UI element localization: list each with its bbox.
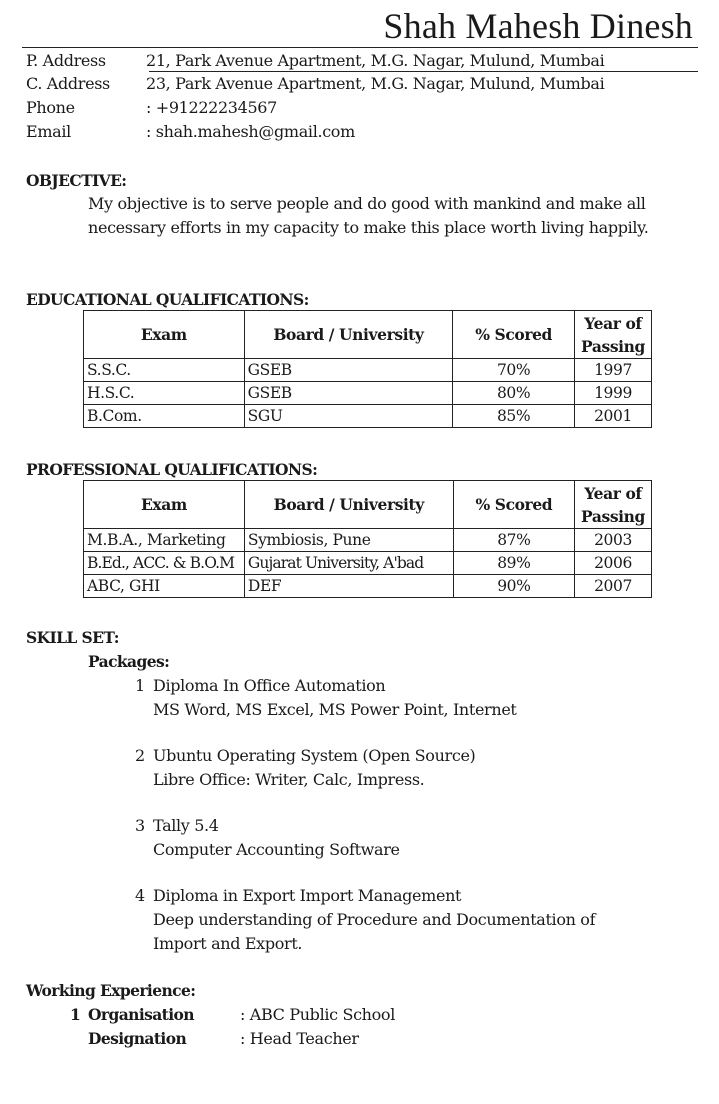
- cell-score: 87%: [452, 528, 576, 552]
- skill-item-detail: Import and Export.: [153, 934, 303, 953]
- skill-item-number: 2: [135, 746, 145, 765]
- table-header-row: Exam Board / University % Scored Year of…: [83, 480, 652, 529]
- contact-value-email: : shah.mahesh@gmail.com: [146, 122, 355, 141]
- skill-item-title: Ubuntu Operating System (Open Source): [153, 746, 476, 765]
- cell-exam: H.S.C.: [83, 381, 245, 405]
- cell-score: 80%: [452, 381, 575, 405]
- experience-heading: Working Experience:: [26, 981, 196, 1000]
- contact-value-phone: : +91222234567: [146, 98, 277, 117]
- column-header-year: Year of Passing: [574, 480, 652, 529]
- cell-board: Symbiosis, Pune: [243, 528, 454, 552]
- cell-score: 89%: [452, 551, 576, 575]
- cell-year: 2006: [574, 551, 652, 575]
- professional-table: Exam Board / University % Scored Year of…: [83, 480, 652, 598]
- cell-score: 70%: [452, 358, 575, 382]
- column-header-exam: Exam: [83, 310, 245, 359]
- cell-year: 1997: [574, 358, 652, 382]
- table-row: H.S.C. GSEB 80% 1999: [83, 381, 652, 405]
- column-header-year: Year of Passing: [574, 310, 652, 359]
- cell-exam: S.S.C.: [83, 358, 245, 382]
- cell-board: SGU: [243, 404, 454, 428]
- cell-exam: B.Ed., ACC. & B.O.M: [83, 551, 245, 575]
- cell-exam: ABC, GHI: [83, 574, 245, 598]
- cell-board: GSEB: [243, 358, 454, 382]
- contact-value-permanent-address: 21, Park Avenue Apartment, M.G. Nagar, M…: [146, 51, 605, 70]
- cell-score: 85%: [452, 404, 575, 428]
- designation-label: Designation: [88, 1029, 187, 1048]
- skill-item-title: Tally 5.4: [153, 816, 219, 835]
- cell-exam: M.B.A., Marketing: [83, 528, 245, 552]
- skill-item-number: 3: [135, 816, 145, 835]
- column-header-score: % Scored: [452, 480, 576, 529]
- table-row: B.Com. SGU 85% 2001: [83, 404, 652, 428]
- objective-line-1: My objective is to serve people and do g…: [88, 194, 646, 213]
- column-header-exam: Exam: [83, 480, 245, 529]
- education-heading: EDUCATIONAL QUALIFICATIONS:: [26, 290, 309, 309]
- experience-entry-number: 1: [70, 1005, 81, 1024]
- organisation-label: Organisation: [88, 1005, 195, 1024]
- objective-heading: OBJECTIVE:: [26, 171, 127, 190]
- cell-exam: B.Com.: [83, 404, 245, 428]
- cell-year: 2003: [574, 528, 652, 552]
- cell-board: Gujarat University, A'bad: [243, 551, 454, 575]
- professional-heading: PROFESSIONAL QUALIFICATIONS:: [26, 460, 318, 479]
- cell-score: 90%: [452, 574, 576, 598]
- table-row: ABC, GHI DEF 90% 2007: [83, 574, 652, 598]
- skill-item-title: Diploma In Office Automation: [153, 676, 386, 695]
- skill-item-detail: Libre Office: Writer, Calc, Impress.: [153, 770, 425, 789]
- column-header-board: Board / University: [243, 480, 454, 529]
- contact-label-current-address: C. Address: [26, 74, 110, 93]
- skill-item-number: 4: [135, 886, 145, 905]
- column-header-year-line2: Passing: [581, 336, 645, 356]
- column-header-board: Board / University: [243, 310, 454, 359]
- skill-item-detail: MS Word, MS Excel, MS Power Point, Inter…: [153, 700, 517, 719]
- column-header-score: % Scored: [452, 310, 575, 359]
- contact-value-current-address: 23, Park Avenue Apartment, M.G. Nagar, M…: [146, 74, 605, 93]
- column-header-year-line1: Year of: [584, 483, 642, 503]
- address-underline: [149, 71, 698, 72]
- skill-item-detail: Computer Accounting Software: [153, 840, 400, 859]
- candidate-name: Shah Mahesh Dinesh: [383, 6, 693, 46]
- cell-year: 2007: [574, 574, 652, 598]
- skills-heading: SKILL SET:: [26, 628, 119, 647]
- table-row: S.S.C. GSEB 70% 1997: [83, 358, 652, 382]
- cell-board: GSEB: [243, 381, 454, 405]
- table-row: B.Ed., ACC. & B.O.M Gujarat University, …: [83, 551, 652, 575]
- header-divider: [22, 47, 698, 48]
- column-header-year-line1: Year of: [584, 313, 642, 333]
- contact-label-email: Email: [26, 122, 71, 141]
- education-table: Exam Board / University % Scored Year of…: [83, 310, 652, 428]
- skills-subheading-packages: Packages:: [88, 652, 170, 671]
- cell-board: DEF: [243, 574, 454, 598]
- column-header-year-line2: Passing: [581, 506, 645, 526]
- objective-line-2: necessary efforts in my capacity to make…: [88, 218, 649, 237]
- skill-item-title: Diploma in Export Import Management: [153, 886, 462, 905]
- skill-item-detail: Deep understanding of Procedure and Docu…: [153, 910, 596, 929]
- table-row: M.B.A., Marketing Symbiosis, Pune 87% 20…: [83, 528, 652, 552]
- cell-year: 1999: [574, 381, 652, 405]
- table-header-row: Exam Board / University % Scored Year of…: [83, 310, 652, 359]
- skill-item-number: 1: [135, 676, 145, 695]
- contact-label-phone: Phone: [26, 98, 75, 117]
- contact-label-permanent-address: P. Address: [26, 51, 106, 70]
- cell-year: 2001: [574, 404, 652, 428]
- designation-value: : Head Teacher: [240, 1029, 359, 1048]
- organisation-value: : ABC Public School: [240, 1005, 395, 1024]
